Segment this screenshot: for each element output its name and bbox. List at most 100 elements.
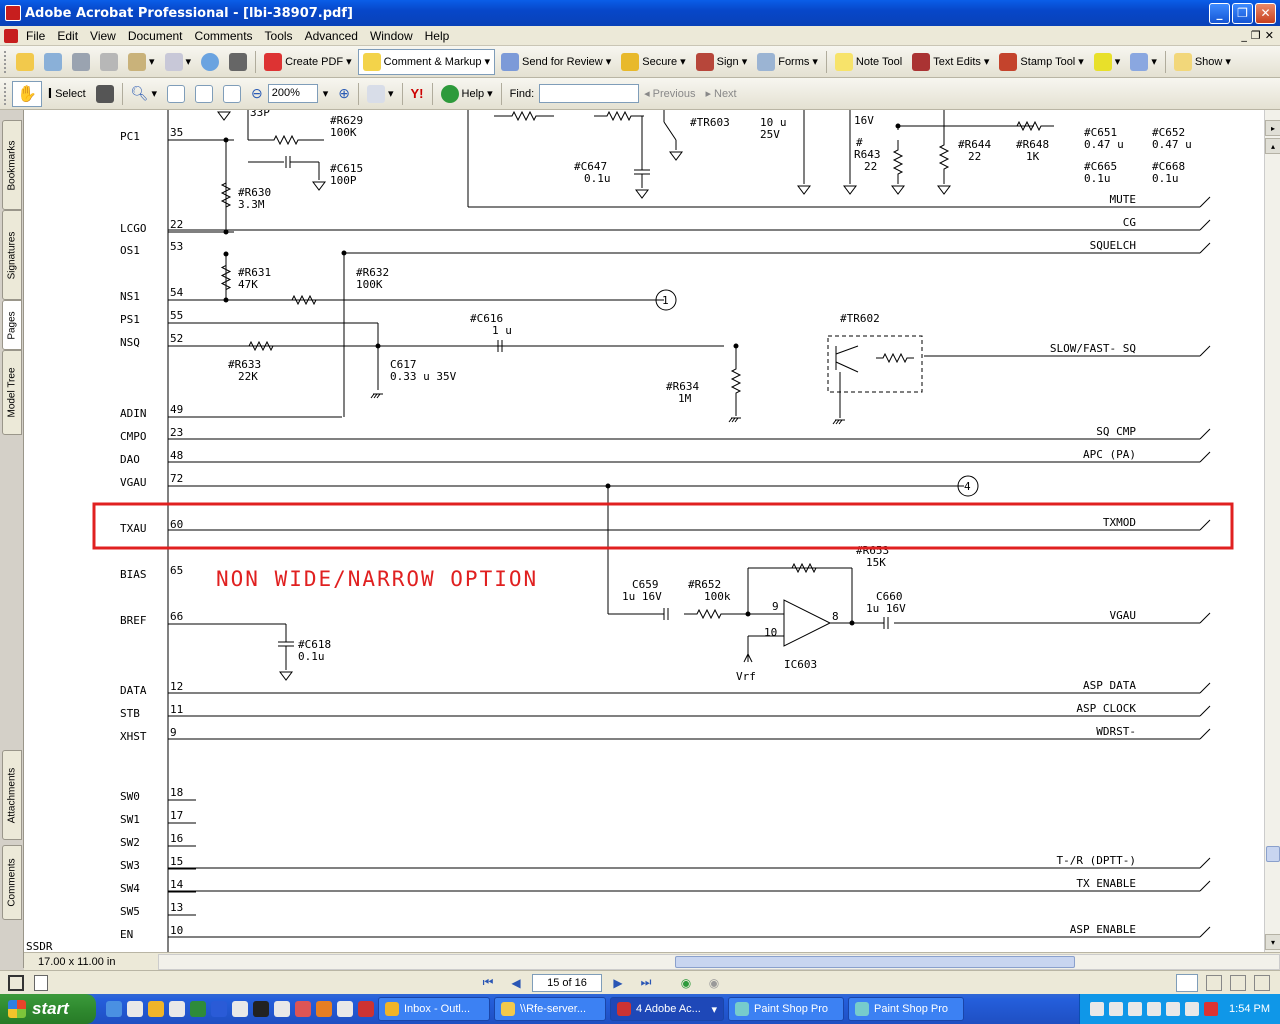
zoom-dropdown-button[interactable]: ▾ [319, 81, 333, 107]
tab-bookmarks[interactable]: Bookmarks [2, 120, 22, 210]
find-next-button[interactable]: ▸ Next [701, 81, 740, 107]
note-tool-button[interactable]: Note Tool [831, 49, 906, 75]
toolbar-grip[interactable] [4, 50, 8, 73]
vertical-scroll-thumb[interactable] [1266, 846, 1280, 862]
zoom-tool-button[interactable]: 🔍︎ ▾ [127, 81, 161, 107]
menu-window[interactable]: Window [364, 29, 419, 43]
toolbar-grip[interactable] [4, 82, 8, 105]
tab-signatures[interactable]: Signatures [2, 210, 22, 300]
find-input[interactable] [539, 84, 640, 103]
minimize-button[interactable]: _ [1209, 2, 1230, 24]
calc-icon[interactable] [274, 1001, 290, 1017]
cmd-icon[interactable] [253, 1001, 269, 1017]
outlook-icon[interactable] [148, 1001, 164, 1017]
doc-restore-icon[interactable]: ❐ [1251, 29, 1261, 42]
search-quicklaunch-icon[interactable] [232, 1001, 248, 1017]
go-back-button[interactable]: ◉ [676, 974, 696, 992]
word-icon[interactable] [211, 1001, 227, 1017]
show-button[interactable]: Show ▾ [1170, 49, 1235, 75]
text-edits-button[interactable]: Text Edits ▾ [908, 49, 993, 75]
document-view[interactable]: PC1 35 LCGO 22 OS1 53 NS1 54 PS1 55 NSQ 52 ADIN 49 CMP… [24, 110, 1264, 952]
attach-button[interactable]: ▾ [161, 49, 196, 75]
acrobat-quicklaunch-icon[interactable] [358, 1001, 374, 1017]
menu-advanced[interactable]: Advanced [299, 29, 364, 43]
zoom-out-button[interactable]: ⊖ [247, 81, 267, 107]
shield-icon[interactable] [1204, 1002, 1219, 1016]
task-explorer[interactable]: \\Rfe-server... [494, 997, 606, 1021]
volume-icon[interactable] [1128, 1002, 1143, 1016]
security-icon[interactable] [1166, 1002, 1181, 1016]
zoom-in-button[interactable]: ⊕ [334, 81, 354, 107]
sync-icon[interactable] [1185, 1002, 1200, 1016]
snapshot-button[interactable] [92, 81, 118, 107]
next-page-button[interactable]: ▶ [608, 974, 628, 992]
batch-button[interactable]: ▾ [124, 49, 159, 75]
desktop-icon[interactable] [169, 1001, 185, 1017]
email-button[interactable] [197, 49, 223, 75]
task-outlook[interactable]: Inbox - Outl... [378, 997, 490, 1021]
vertical-scrollbar[interactable]: ▸ ▴ ▾ [1264, 110, 1280, 952]
highlight-button[interactable]: ▾ [1090, 49, 1125, 75]
find-previous-button[interactable]: ◂ Previous [640, 81, 699, 107]
excel-icon[interactable] [190, 1001, 206, 1017]
menu-document[interactable]: Document [122, 29, 189, 43]
fit-page-button[interactable] [191, 81, 217, 107]
tab-comments[interactable]: Comments [2, 845, 22, 920]
restore-button[interactable]: ❐ [1232, 2, 1253, 24]
organizer-button[interactable] [40, 49, 66, 75]
hand-tool-button[interactable]: ✋ [12, 80, 42, 107]
help-quicklaunch-icon[interactable] [127, 1001, 143, 1017]
tool-icon[interactable] [295, 1001, 311, 1017]
tab-attachments[interactable]: Attachments [2, 750, 22, 840]
tab-pages[interactable]: Pages [2, 300, 22, 350]
open-button[interactable] [12, 49, 38, 75]
save-button[interactable] [68, 49, 94, 75]
last-page-button[interactable]: ⏭ [636, 974, 656, 992]
sign-button[interactable]: Sign ▾ [692, 49, 752, 75]
update-icon[interactable] [1147, 1002, 1162, 1016]
stamp-tool-button[interactable]: Stamp Tool ▾ [995, 49, 1087, 75]
tab-model-tree[interactable]: Model Tree [2, 350, 22, 435]
zoom-field[interactable]: 200% [267, 84, 318, 103]
fit-width-button[interactable] [219, 81, 245, 107]
drawing-button[interactable]: ▾ [1126, 49, 1161, 75]
horizontal-scroll-thumb[interactable] [675, 955, 1075, 968]
forms-button[interactable]: Forms ▾ [753, 49, 822, 75]
start-button[interactable]: start [0, 994, 96, 1024]
task-paintshop-1[interactable]: Paint Shop Pro [728, 997, 844, 1021]
go-forward-button[interactable]: ◉ [704, 974, 724, 992]
rotate-button[interactable]: ▾ [363, 81, 398, 107]
scroll-up-arrow-icon[interactable]: ▴ [1265, 138, 1280, 154]
task-acrobat[interactable]: 4 Adobe Ac... ▾ [610, 997, 724, 1021]
single-page-layout-icon[interactable] [1176, 973, 1198, 992]
ie-icon[interactable] [106, 1001, 122, 1017]
continuous-layout-icon[interactable] [1206, 974, 1222, 991]
previous-page-button[interactable]: ◀ [506, 974, 526, 992]
task-paintshop-2[interactable]: Paint Shop Pro [848, 997, 964, 1021]
continuous-facing-layout-icon[interactable] [1254, 974, 1270, 991]
menu-help[interactable]: Help [419, 29, 456, 43]
secure-button[interactable]: Secure ▾ [617, 49, 689, 75]
scroll-down-arrow-icon[interactable]: ▾ [1265, 934, 1280, 950]
panel-options-icon[interactable] [34, 974, 48, 991]
yahoo-button[interactable]: Y! [407, 81, 428, 107]
antivirus-icon[interactable] [1109, 1002, 1124, 1016]
menu-comments[interactable]: Comments [189, 29, 259, 43]
comment-markup-button[interactable]: Comment & Markup ▾ [357, 48, 496, 75]
firefox-icon[interactable] [316, 1001, 332, 1017]
scroll-right-arrow-icon[interactable]: ▸ [1265, 120, 1280, 136]
menu-view[interactable]: View [84, 29, 122, 43]
print-button[interactable] [96, 49, 122, 75]
horizontal-scrollbar[interactable] [158, 953, 1280, 970]
create-pdf-button[interactable]: Create PDF ▾ [260, 49, 356, 75]
help-button[interactable]: Help ▾ [437, 81, 497, 107]
facing-layout-icon[interactable] [1230, 974, 1246, 991]
menu-edit[interactable]: Edit [51, 29, 84, 43]
doc-minimize-icon[interactable]: _ [1241, 29, 1247, 42]
network-icon[interactable] [1090, 1002, 1105, 1016]
search-button[interactable] [225, 49, 251, 75]
menu-tools[interactable]: Tools [259, 29, 299, 43]
send-review-button[interactable]: Send for Review ▾ [497, 49, 615, 75]
misc-icon[interactable] [337, 1001, 353, 1017]
document-icon[interactable] [4, 28, 18, 43]
